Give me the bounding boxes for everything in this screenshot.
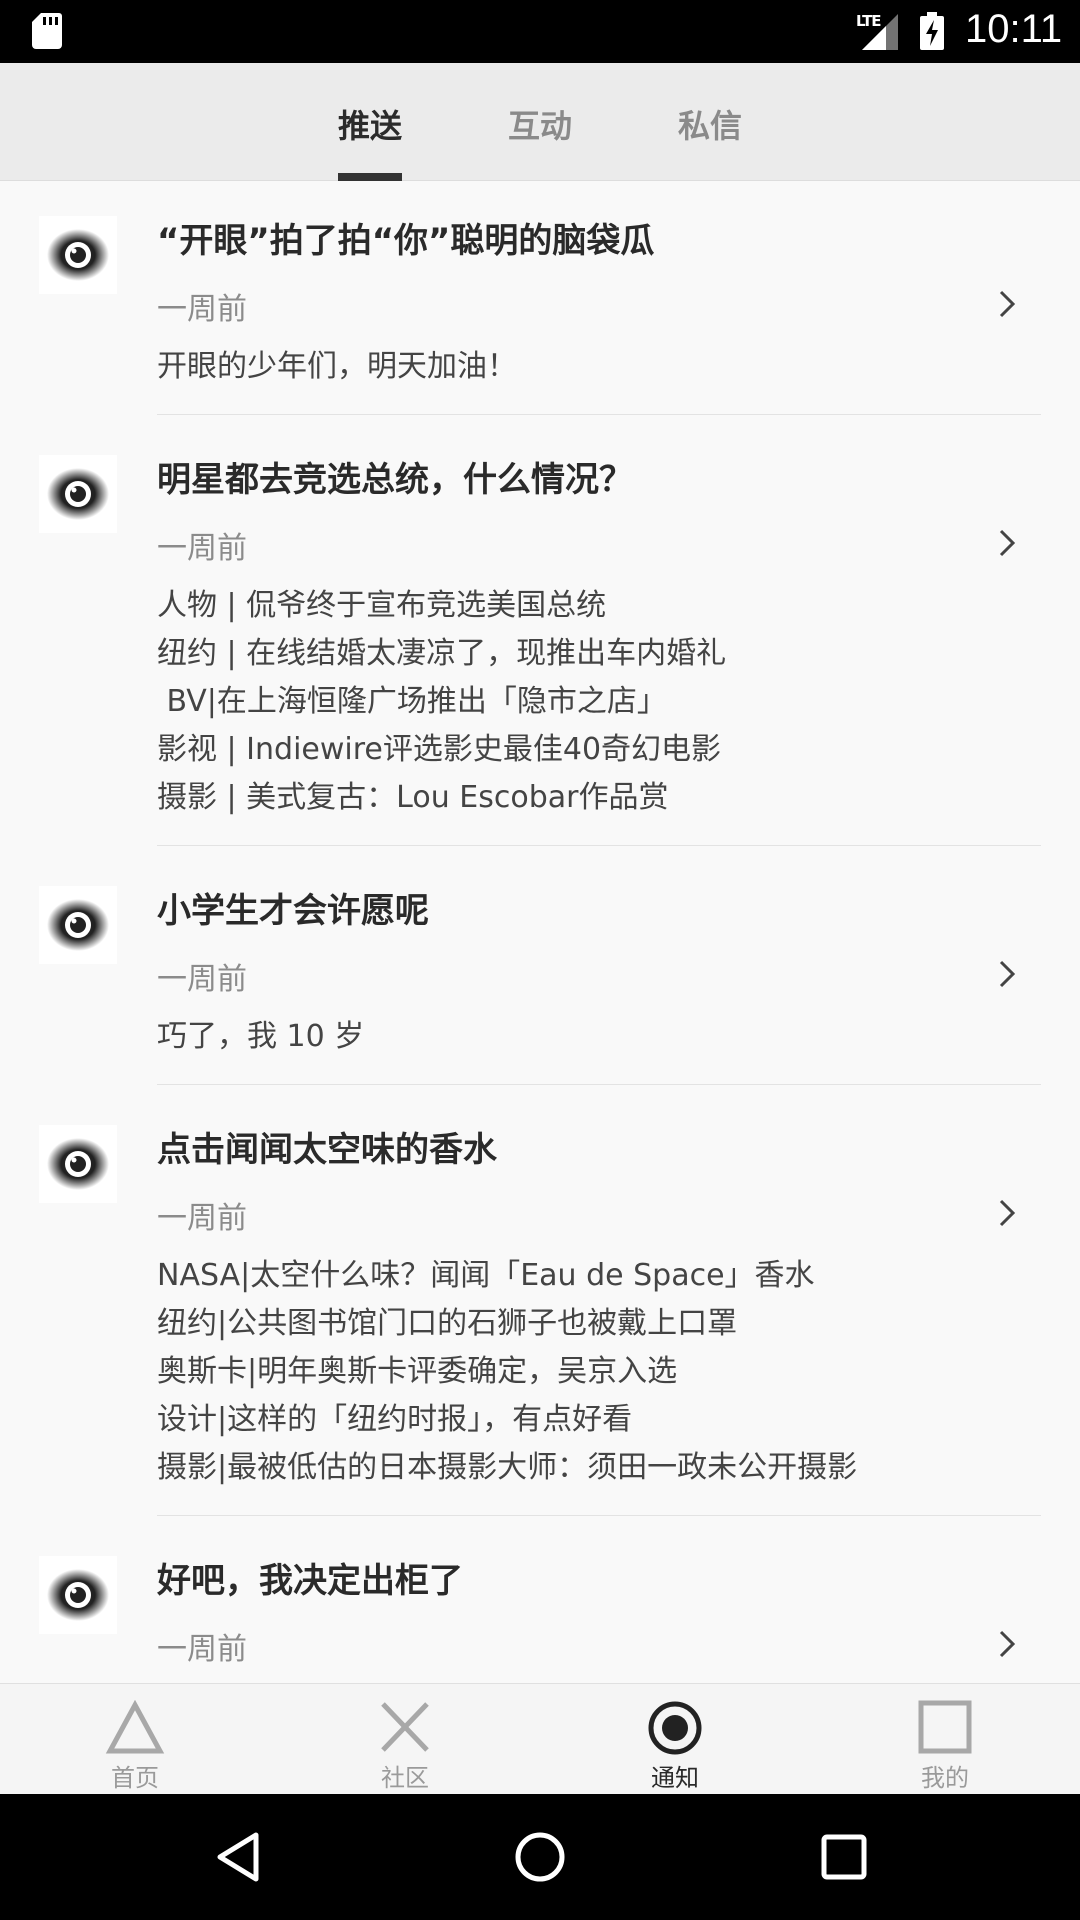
clock: 10:11: [965, 7, 1063, 51]
chevron-right-icon[interactable]: [996, 1196, 1018, 1230]
tab-push[interactable]: 推送: [300, 101, 440, 147]
nav-home[interactable]: 首页: [0, 1684, 270, 1795]
content-line: 奥斯卡|明年奥斯卡评委确定，吴京入选: [157, 1354, 678, 1389]
triangle-icon: [105, 1700, 165, 1754]
bottom-navigation: 首页 社区 通知 我的: [0, 1683, 1080, 1794]
item-time: 一周前: [157, 292, 247, 327]
item-content: 开眼的少年们，明天加油！: [157, 343, 517, 391]
divider: [157, 414, 1041, 415]
item-title: 明星都去竞选总统，什么情况？: [157, 460, 633, 500]
content-line: 纽约 | 在线结婚太凄凉了，现推出车内婚礼: [157, 636, 727, 671]
nav-label: 我的: [921, 1764, 969, 1792]
content-line: 影视 | Indiewire评选影史最佳40奇幻电影: [157, 732, 722, 767]
item-time: 一周前: [157, 1632, 247, 1667]
tab-interaction[interactable]: 互动: [470, 101, 610, 147]
item-content: NASA|太空什么味？闻闻「Eau de Space」香水 纽约|公共图书馆门口…: [157, 1252, 857, 1492]
eye-icon: [47, 899, 109, 951]
content-line: 人物 | 侃爷终于宣布竞选美国总统: [157, 588, 607, 623]
signal-icon: [862, 14, 898, 50]
active-tab-indicator: [338, 173, 402, 181]
avatar: [39, 455, 117, 533]
circle-target-icon: [648, 1701, 702, 1755]
nav-community[interactable]: 社区: [270, 1684, 540, 1795]
notification-list[interactable]: “开眼”拍了拍“你”聪明的脑袋瓜 一周前 开眼的少年们，明天加油！ 明星都去竞选…: [0, 181, 1080, 1683]
item-time: 一周前: [157, 531, 247, 566]
back-icon[interactable]: [210, 1827, 270, 1887]
divider: [157, 1084, 1041, 1085]
item-title: 点击闻闻太空味的香水: [157, 1130, 497, 1170]
content-line: NASA|太空什么味？闻闻「Eau de Space」香水: [157, 1258, 815, 1293]
eye-icon: [47, 229, 109, 281]
nav-profile[interactable]: 我的: [810, 1684, 1080, 1795]
home-icon[interactable]: [510, 1827, 570, 1887]
nav-label: 通知: [651, 1764, 699, 1792]
eye-icon: [47, 1569, 109, 1621]
content-line: 巧了，我 10 岁: [157, 1019, 365, 1054]
content-line: 开眼的少年们，明天加油！: [157, 349, 517, 384]
cross-icon: [381, 1702, 429, 1752]
chevron-right-icon[interactable]: [996, 1627, 1018, 1661]
avatar: [39, 886, 117, 964]
sd-card-icon: [32, 13, 62, 49]
item-time: 一周前: [157, 962, 247, 997]
system-navigation-bar: [0, 1794, 1080, 1920]
divider: [157, 1515, 1041, 1516]
divider: [157, 845, 1041, 846]
square-icon: [918, 1700, 972, 1754]
status-bar: LTE 10:11: [0, 0, 1080, 63]
nav-label: 首页: [111, 1764, 159, 1792]
avatar: [39, 1125, 117, 1203]
eye-icon: [47, 1138, 109, 1190]
content-line: 摄影|最被低估的日本摄影大师：须田一政未公开摄影: [157, 1450, 858, 1485]
content-line: 设计|这样的「纽约时报」，有点好看: [157, 1402, 633, 1437]
eye-icon: [47, 468, 109, 520]
avatar: [39, 216, 117, 294]
content-line: BV|在上海恒隆广场推出「隐市之店」: [157, 684, 667, 719]
item-title: “开眼”拍了拍“你”聪明的脑袋瓜: [157, 221, 655, 261]
nav-label: 社区: [381, 1764, 429, 1792]
battery-charging-icon: [920, 12, 944, 50]
item-content: 巧了，我 10 岁: [157, 1013, 364, 1061]
item-title: 小学生才会许愿呢: [157, 891, 429, 931]
item-title: 好吧，我决定出柜了: [157, 1561, 463, 1601]
item-content: 人物 | 侃爷终于宣布竞选美国总统 纽约 | 在线结婚太凄凉了，现推出车内婚礼 …: [157, 582, 726, 822]
content-line: 摄影 | 美式复古：Lou Escobar作品赏: [157, 780, 669, 815]
chevron-right-icon[interactable]: [996, 957, 1018, 991]
content-line: 纽约|公共图书馆门口的石狮子也被戴上口罩: [157, 1306, 738, 1341]
item-time: 一周前: [157, 1201, 247, 1236]
recents-icon[interactable]: [814, 1827, 874, 1887]
nav-notifications[interactable]: 通知: [540, 1684, 810, 1795]
notification-tabs: 推送 互动 私信: [0, 63, 1080, 181]
avatar: [39, 1556, 117, 1634]
chevron-right-icon[interactable]: [996, 526, 1018, 560]
chevron-right-icon[interactable]: [996, 287, 1018, 321]
tab-messages[interactable]: 私信: [640, 101, 780, 147]
